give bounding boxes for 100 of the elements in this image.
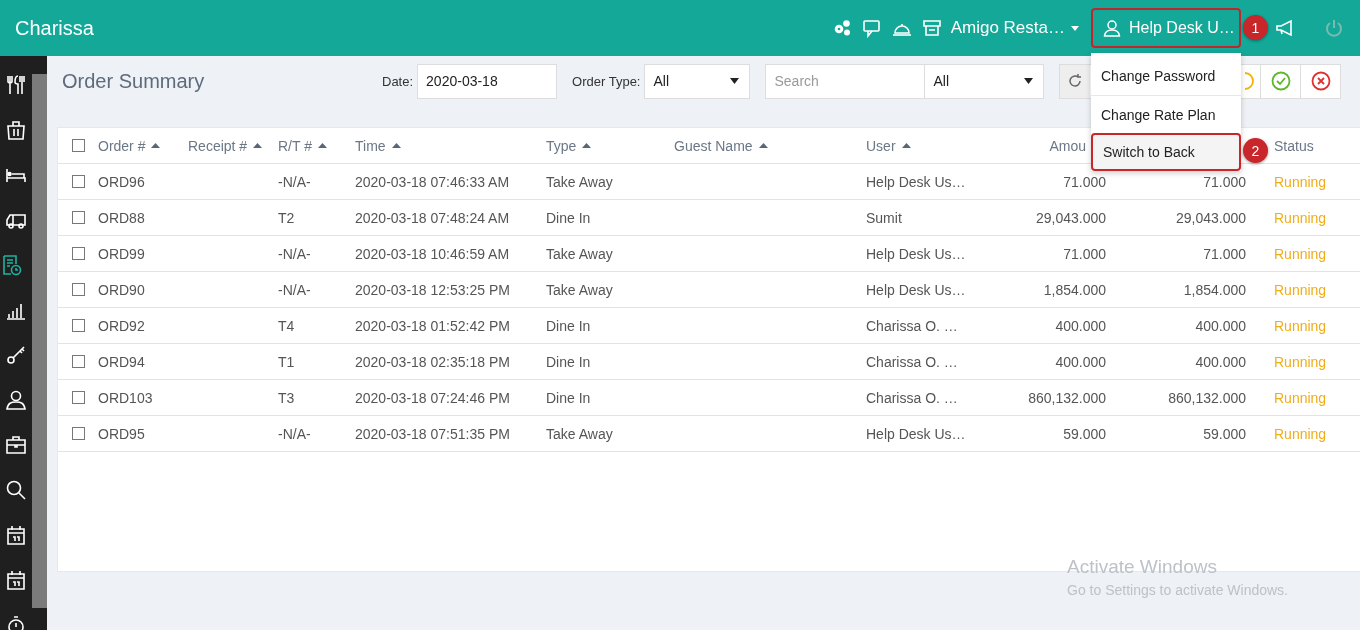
activation-notice-title: Activate Windows: [1067, 556, 1218, 578]
sort-arrow-icon[interactable]: [391, 143, 401, 148]
caret-icon: [730, 78, 740, 84]
table-cell: Charissa O. …: [866, 389, 958, 406]
table-cell: ORD99: [98, 245, 145, 262]
refresh-icon: [1067, 73, 1084, 89]
table-cell: ORD96: [98, 173, 145, 190]
row-checkbox[interactable]: [71, 319, 85, 332]
menu-item[interactable]: Change Password: [1091, 57, 1241, 95]
sort-arrow-icon[interactable]: [901, 143, 911, 148]
table-cell: 71.000: [1203, 245, 1246, 262]
app-title: Charissa: [15, 16, 94, 40]
row-checkbox[interactable]: [71, 175, 85, 188]
status-text: Running: [1274, 245, 1327, 262]
caret-icon: [1024, 78, 1034, 84]
table-cell: ORD90: [98, 281, 145, 298]
table-cell: Sumit: [866, 209, 902, 226]
table-cell: 400.000: [1055, 353, 1106, 370]
row-checkbox[interactable]: [71, 355, 85, 368]
table-cell: 1,854.000: [1043, 281, 1106, 298]
table-cell: T3: [278, 389, 295, 406]
row-checkbox[interactable]: [71, 247, 85, 260]
table-cell: -N/A-: [278, 245, 311, 262]
sort-arrow-icon[interactable]: [151, 143, 161, 148]
table-cell: 2020-03-18 07:51:35 PM: [355, 425, 510, 442]
table-cell: 2020-03-18 01:52:42 PM: [355, 317, 510, 334]
sort-arrow-icon[interactable]: [253, 143, 263, 148]
sort-arrow-icon[interactable]: [758, 143, 768, 148]
table-cell: Take Away: [546, 173, 613, 190]
row-checkbox[interactable]: [71, 391, 85, 404]
table-cell: 71.000: [1063, 245, 1106, 262]
table-cell: -N/A-: [278, 173, 311, 190]
table-cell: 2020-03-18 07:24:46 PM: [355, 389, 510, 406]
table-cell: -N/A-: [278, 281, 311, 298]
table-cell: Dine In: [546, 209, 591, 226]
date-label: Date:: [382, 73, 414, 89]
row-checkbox[interactable]: [71, 283, 85, 296]
table-cell: Take Away: [546, 281, 613, 298]
search-field[interactable]: Search: [765, 63, 926, 99]
status-text: Running: [1274, 281, 1327, 298]
table-cell: Dine In: [546, 353, 591, 370]
table-cell: 71.000: [1063, 173, 1106, 190]
column-header[interactable]: Time: [355, 137, 386, 154]
x-circle-icon: [1311, 71, 1331, 91]
table-cell: 400.000: [1195, 317, 1246, 334]
table-cell: Charissa O. …: [866, 353, 958, 370]
table-cell: 400.000: [1055, 317, 1106, 334]
table-cell: Help Desk Us…: [866, 425, 966, 442]
table-cell: 2020-03-18 07:48:24 AM: [355, 209, 510, 226]
menu-item[interactable]: Switch to Back: [1091, 133, 1241, 171]
status-text: Running: [1274, 425, 1327, 442]
table-cell: 860,132.000: [1028, 389, 1106, 406]
table-cell: -N/A-: [278, 425, 311, 442]
table-cell: 2020-03-18 10:46:59 AM: [355, 245, 510, 262]
table-cell: 59.000: [1203, 425, 1246, 442]
table-cell: Help Desk Us…: [866, 245, 966, 262]
column-header[interactable]: Order #: [98, 137, 146, 154]
page-title: Order Summary: [62, 69, 206, 93]
table-cell: ORD94: [98, 353, 145, 370]
status-text: Running: [1274, 389, 1327, 406]
refresh-button[interactable]: [1060, 64, 1091, 98]
order-type-label: Order Type:: [572, 73, 641, 89]
user-icon: [1103, 19, 1121, 37]
table-cell: ORD95: [98, 425, 145, 442]
scrollbar[interactable]: [32, 74, 47, 608]
row-checkbox[interactable]: [71, 211, 85, 224]
date-field[interactable]: 2020-03-18: [417, 63, 558, 99]
table-cell: Charissa O. …: [866, 317, 958, 334]
table-cell: T2: [278, 209, 295, 226]
table-cell: 2020-03-18 02:35:18 PM: [355, 353, 510, 370]
check-circle-icon: [1271, 71, 1291, 91]
table-cell: T4: [278, 317, 295, 334]
search-scope-dropdown[interactable]: All: [925, 63, 1045, 99]
table-cell: 29,043.000: [1175, 209, 1246, 226]
table-cell: 59.000: [1063, 425, 1106, 442]
column-header[interactable]: Amou: [1049, 137, 1086, 154]
table-cell: ORD103: [98, 389, 153, 406]
table-cell: 400.000: [1195, 353, 1246, 370]
table-cell: 2020-03-18 07:46:33 AM: [355, 173, 510, 190]
sort-arrow-icon[interactable]: [318, 143, 327, 148]
table-cell: 2020-03-18 12:53:25 PM: [355, 281, 510, 298]
table-cell: Dine In: [546, 317, 591, 334]
sort-arrow-icon[interactable]: [582, 143, 592, 148]
table-cell: 29,043.000: [1035, 209, 1106, 226]
column-header[interactable]: Status: [1274, 137, 1314, 154]
user-menu-button[interactable]: Help Desk U…: [1091, 8, 1241, 48]
column-header[interactable]: R/T #: [278, 137, 312, 154]
table-cell: Help Desk Us…: [866, 173, 966, 190]
restaurant-selector[interactable]: Amigo Resta…: [950, 18, 1079, 38]
column-header[interactable]: User: [866, 137, 896, 154]
select-all-checkbox[interactable]: [71, 139, 85, 152]
arc-icon: [1244, 72, 1255, 90]
table-cell: Take Away: [546, 245, 613, 262]
order-type-dropdown[interactable]: All: [644, 63, 751, 99]
column-header[interactable]: Type: [546, 137, 577, 154]
column-header[interactable]: Receipt #: [188, 137, 248, 154]
status-text: Running: [1274, 173, 1327, 190]
row-checkbox[interactable]: [71, 427, 85, 440]
table-cell: ORD88: [98, 209, 145, 226]
column-header[interactable]: Guest Name: [674, 137, 753, 154]
